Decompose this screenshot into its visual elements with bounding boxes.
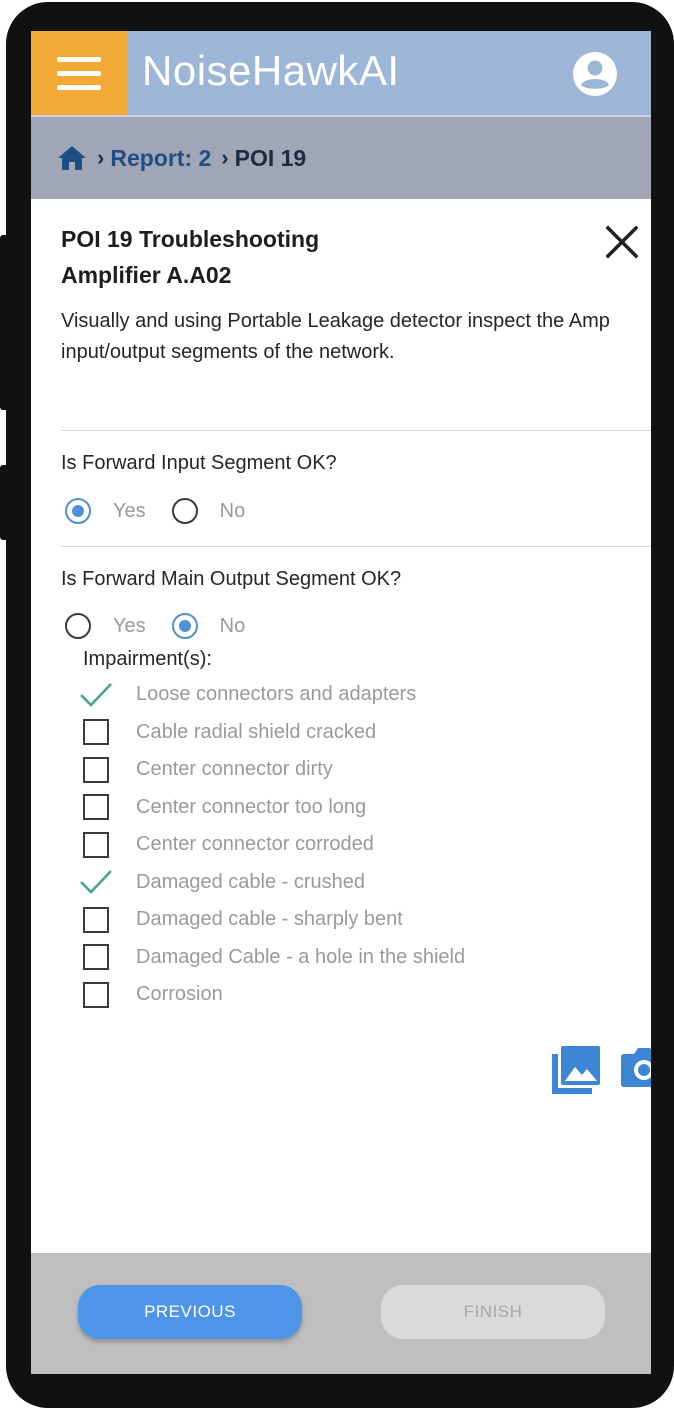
breadcrumb-separator: › [221, 145, 229, 170]
question-forward-main-output: Is Forward Main Output Segment OK? [61, 568, 402, 590]
breadcrumb: › Report: 2 › POI 19 [31, 115, 651, 199]
impairments-heading: Impairment(s): [83, 648, 212, 670]
radio-no[interactable] [171, 498, 198, 524]
close-icon[interactable] [604, 224, 640, 260]
page-title: POI 19 Troubleshooting Amplifier A.A02 [61, 221, 319, 293]
hamburger-menu-icon[interactable] [31, 31, 127, 115]
phone-side-button [0, 465, 10, 540]
radio-group-forward-input: Yes No [65, 498, 271, 524]
radio-no-label[interactable]: No [220, 500, 246, 523]
radio-yes-label[interactable]: Yes [113, 615, 146, 638]
radio-group-forward-main-output: Yes No [65, 613, 271, 639]
check-icon[interactable] [79, 868, 113, 896]
breadcrumb-current: POI 19 [234, 144, 307, 171]
impairment-label: Damaged cable - crushed [136, 870, 366, 893]
impairment-label: Center connector dirty [136, 758, 333, 781]
impairment-label: Loose connectors and adapters [136, 683, 417, 706]
photo-gallery-icon[interactable] [552, 1046, 600, 1094]
poi-title-line2: Amplifier A.A02 [61, 262, 232, 288]
radio-yes[interactable] [65, 613, 91, 639]
impairment-item[interactable]: Center connector dirty [83, 751, 465, 789]
radio-no-label[interactable]: No [220, 615, 246, 638]
app-screen: NoiseHawkAI › Report: 2 › POI 19 POI 19 … [31, 31, 651, 1374]
finish-button[interactable]: FINISH [381, 1285, 605, 1339]
divider [61, 546, 651, 547]
impairment-item[interactable]: Loose connectors and adapters [80, 676, 465, 714]
question-forward-input: Is Forward Input Segment OK? [61, 452, 337, 474]
impairment-item[interactable]: Cable radial shield cracked [83, 714, 465, 752]
checkbox[interactable] [83, 719, 109, 746]
impairment-label: Cable radial shield cracked [136, 720, 377, 743]
impairment-item[interactable]: Center connector corroded [83, 826, 465, 864]
impairment-label: Center connector corroded [136, 833, 374, 856]
impairment-item[interactable]: Center connector too long [83, 789, 465, 827]
phone-side-button [0, 235, 10, 410]
divider [61, 430, 651, 431]
radio-yes[interactable] [65, 498, 91, 524]
impairment-label: Corrosion [136, 983, 223, 1006]
checkbox[interactable] [83, 831, 109, 858]
footer-bar: PREVIOUS FINISH [31, 1253, 651, 1374]
breadcrumb-report-link[interactable]: Report: 2 [110, 145, 211, 172]
breadcrumb-separator: › [97, 145, 105, 170]
checkbox[interactable] [83, 981, 109, 1008]
home-icon[interactable] [57, 145, 87, 171]
checkbox[interactable] [83, 944, 109, 971]
impairments-list: Loose connectors and adapters Cable radi… [80, 676, 465, 1014]
account-circle-icon[interactable] [572, 51, 618, 97]
impairment-item[interactable]: Damaged Cable - a hole in the shield [83, 939, 465, 977]
checkbox[interactable] [83, 794, 109, 821]
impairment-item[interactable]: Corrosion [83, 976, 465, 1014]
app-title: NoiseHawkAI [142, 47, 400, 94]
impairment-label: Damaged Cable - a hole in the shield [136, 945, 466, 968]
checkbox[interactable] [83, 906, 109, 933]
radio-no[interactable] [171, 613, 198, 639]
impairment-item[interactable]: Damaged cable - crushed [80, 864, 465, 902]
poi-title-line1: POI 19 Troubleshooting [61, 226, 320, 252]
impairment-item[interactable]: Damaged cable - sharply bent [83, 901, 465, 939]
checkbox[interactable] [83, 756, 109, 783]
check-icon[interactable] [79, 681, 113, 709]
instructions-text: Visually and using Portable Leakage dete… [61, 310, 610, 363]
app-bar: NoiseHawkAI [31, 31, 651, 115]
impairment-label: Center connector too long [136, 795, 367, 818]
radio-yes-label[interactable]: Yes [113, 500, 146, 523]
impairment-label: Damaged cable - sharply bent [136, 908, 403, 931]
camera-icon[interactable] [620, 1046, 651, 1088]
previous-button[interactable]: PREVIOUS [78, 1285, 302, 1339]
